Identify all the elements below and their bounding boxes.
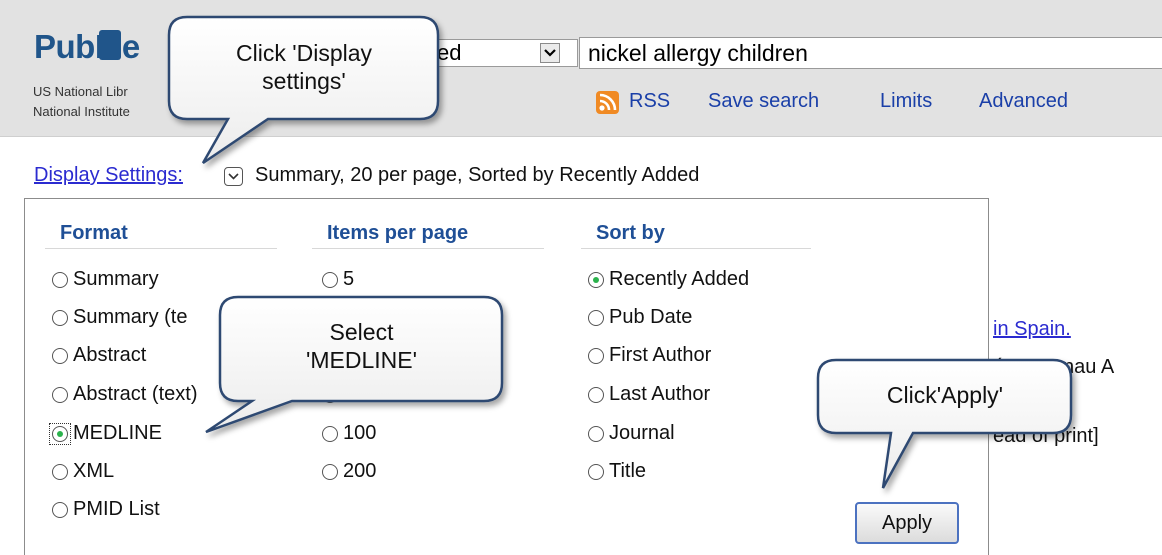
callout-bubble-apply	[816, 358, 1073, 489]
callout-text-display-2: settings'	[262, 68, 346, 94]
callout-text-medline-2: 'MEDLINE'	[305, 347, 418, 373]
callout-text-apply: Click'Apply'	[886, 382, 1004, 408]
callout-text-display-1: Click 'Display	[235, 40, 373, 66]
callout-text-medline-1: Select	[329, 319, 394, 345]
